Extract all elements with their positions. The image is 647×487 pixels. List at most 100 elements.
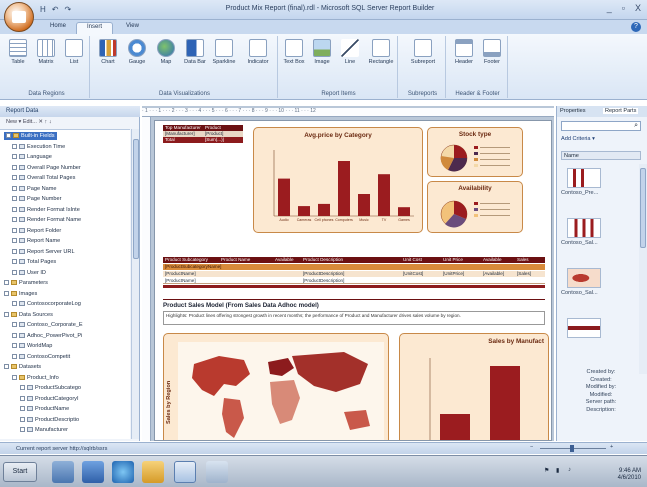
add-criteria-button[interactable]: Add Criteria ▾ bbox=[561, 136, 641, 146]
list-button[interactable]: List bbox=[62, 39, 86, 65]
tree-node[interactable]: Product_Info bbox=[12, 374, 59, 382]
scroll-thumb[interactable] bbox=[640, 168, 646, 248]
section-description[interactable]: Highlights: Product lines offering stron… bbox=[163, 311, 545, 325]
tree-node[interactable]: Images bbox=[4, 290, 37, 298]
image-button[interactable]: Image bbox=[310, 39, 334, 65]
report-part-search-input[interactable]: ⌕ bbox=[561, 121, 641, 131]
expand-icon[interactable] bbox=[4, 280, 9, 285]
zoom-knob[interactable] bbox=[570, 445, 574, 452]
zoom-in-button[interactable]: + bbox=[610, 444, 613, 450]
start-button[interactable]: Start bbox=[3, 462, 37, 482]
undo-icon[interactable]: ↶ bbox=[52, 5, 59, 14]
matrix-button[interactable]: Matrix bbox=[34, 39, 58, 65]
name-column-header[interactable]: Name bbox=[561, 151, 641, 160]
search-icon[interactable]: ⌕ bbox=[634, 122, 638, 130]
report-data-toolbar[interactable]: New ▾ Edit... ✕ ↑ ↓ bbox=[0, 118, 140, 128]
footer-button[interactable]: Footer bbox=[480, 39, 504, 65]
manufacturer-table[interactable]: Top Manufacturer Product [Manufacturer] [P… bbox=[163, 125, 243, 147]
tree-node[interactable]: ProductName bbox=[20, 405, 69, 413]
tree-node[interactable]: Report Server URL bbox=[12, 248, 75, 256]
report-page[interactable]: Top Manufacturer Product [Manufacturer] [P… bbox=[154, 120, 552, 441]
save-icon[interactable]: H bbox=[40, 5, 46, 14]
taskbar-app-icon[interactable] bbox=[52, 461, 74, 483]
zoom-slider[interactable]: − + bbox=[530, 444, 620, 452]
chart-button[interactable]: Chart bbox=[96, 39, 120, 65]
tree-node[interactable]: Contoso_Corporate_E bbox=[12, 321, 83, 329]
tree-node[interactable]: Page Name bbox=[12, 185, 57, 193]
expand-icon[interactable] bbox=[6, 133, 11, 138]
avg-price-chart[interactable]: Avg.price by Category Audio Cameras Cell p… bbox=[253, 127, 423, 233]
taskbar-app-icon[interactable] bbox=[82, 461, 104, 483]
section-title[interactable]: Product Sales Model (From Sales Data Adh… bbox=[163, 299, 545, 309]
table-button[interactable]: Table bbox=[6, 39, 30, 65]
tree-node[interactable]: Overall Total Pages bbox=[12, 174, 75, 182]
tree-node[interactable]: Adhoc_PowerPivot_Pi bbox=[12, 332, 82, 340]
tree-node[interactable]: Language bbox=[12, 153, 52, 161]
report-data-tree[interactable]: Built-in Fields Execution Time Language Ove… bbox=[0, 129, 130, 439]
ie-icon[interactable] bbox=[112, 461, 134, 483]
data-bar-button[interactable]: Data Bar bbox=[183, 39, 207, 65]
expand-icon[interactable] bbox=[4, 311, 9, 317]
tree-node[interactable]: Overall Page Number bbox=[12, 164, 81, 172]
tree-node[interactable]: Manufacturer bbox=[20, 426, 68, 434]
gallery-scrollbar[interactable] bbox=[639, 164, 647, 374]
tree-node[interactable]: WorldMap bbox=[12, 342, 52, 350]
tree-node[interactable]: Report Name bbox=[12, 237, 60, 245]
tree-node[interactable]: ProductDescriptio bbox=[20, 416, 79, 424]
expand-icon[interactable] bbox=[4, 364, 9, 369]
close-button[interactable]: X bbox=[635, 3, 641, 13]
tab-home[interactable]: Home bbox=[40, 22, 76, 34]
tree-node[interactable]: Data Sources bbox=[4, 311, 53, 319]
tray-network-icon[interactable]: ▮ bbox=[556, 467, 559, 474]
sales-by-manufacturer-chart[interactable]: Sales by Manufact bbox=[399, 333, 549, 440]
indicator-button[interactable]: Indicator bbox=[243, 39, 273, 65]
tree-node[interactable]: ProductSubcatego bbox=[20, 384, 81, 392]
header-button[interactable]: Header bbox=[452, 39, 476, 65]
rectangle-button[interactable]: Rectangle bbox=[366, 39, 396, 65]
folder-icon[interactable] bbox=[142, 461, 164, 483]
sales-by-region-map[interactable]: Sales by Region bbox=[163, 333, 389, 440]
line-button[interactable]: Line bbox=[338, 39, 362, 65]
tree-node[interactable]: Page Number bbox=[12, 195, 62, 203]
tree-node[interactable]: Built-in Fields bbox=[4, 132, 57, 140]
text-box-button[interactable]: Text Box bbox=[282, 39, 306, 65]
office-button[interactable] bbox=[4, 2, 34, 32]
sparkline-button[interactable]: Sparkline bbox=[212, 39, 236, 65]
tree-node[interactable]: Datasets bbox=[4, 363, 41, 371]
subreport-button[interactable]: Subreport bbox=[408, 39, 438, 65]
tab-insert[interactable]: Insert bbox=[76, 22, 114, 34]
tree-node[interactable]: ProductCategoryI bbox=[20, 395, 79, 403]
tree-node[interactable]: Execution Time bbox=[12, 143, 65, 151]
stock-type-chart[interactable]: Stock type bbox=[427, 127, 523, 177]
report-builder-taskbar-icon[interactable] bbox=[174, 461, 196, 483]
tree-node[interactable]: Total Pages bbox=[12, 258, 56, 266]
report-part-item[interactable]: Contoso_Sal... bbox=[561, 268, 637, 296]
tray-volume-icon[interactable]: ♪ bbox=[568, 467, 571, 473]
clock[interactable]: 9:46 AM 4/6/2010 bbox=[618, 468, 641, 482]
redo-icon[interactable]: ↷ bbox=[64, 5, 71, 14]
report-part-item[interactable]: Contoso_Pre... bbox=[561, 168, 637, 196]
tab-view[interactable]: View bbox=[116, 22, 149, 34]
map-button[interactable]: Map bbox=[154, 39, 178, 65]
expand-icon[interactable] bbox=[4, 290, 9, 296]
tree-node[interactable]: User ID bbox=[12, 269, 46, 277]
availability-chart[interactable]: Availability bbox=[427, 181, 523, 233]
tray-flag-icon[interactable]: ⚑ bbox=[544, 467, 549, 474]
zoom-out-button[interactable]: − bbox=[530, 444, 533, 450]
report-part-item[interactable] bbox=[561, 318, 637, 340]
tree-node[interactable]: Render Format Name bbox=[12, 216, 81, 224]
minimize-button[interactable]: _ bbox=[607, 3, 612, 13]
tree-node[interactable]: Render Format IsInte bbox=[12, 206, 80, 214]
gauge-button[interactable]: Gauge bbox=[125, 39, 149, 65]
tree-node[interactable]: Parameters bbox=[4, 279, 48, 287]
tab-properties[interactable]: Properties bbox=[560, 108, 586, 114]
report-part-item[interactable]: Contoso_Sal... bbox=[561, 218, 637, 246]
help-icon[interactable]: ? bbox=[631, 22, 641, 32]
product-detail-table[interactable]: Product Subcategory Product Name Available… bbox=[155, 257, 551, 291]
maximize-button[interactable]: ▫ bbox=[622, 3, 625, 13]
scroll-thumb[interactable] bbox=[133, 139, 139, 259]
tree-node[interactable]: Report Folder bbox=[12, 227, 61, 235]
tree-node[interactable]: ContosoCompetit bbox=[12, 353, 70, 361]
taskbar-app-icon[interactable] bbox=[206, 461, 228, 483]
tree-node[interactable]: ContosocorporateLog bbox=[12, 300, 81, 308]
